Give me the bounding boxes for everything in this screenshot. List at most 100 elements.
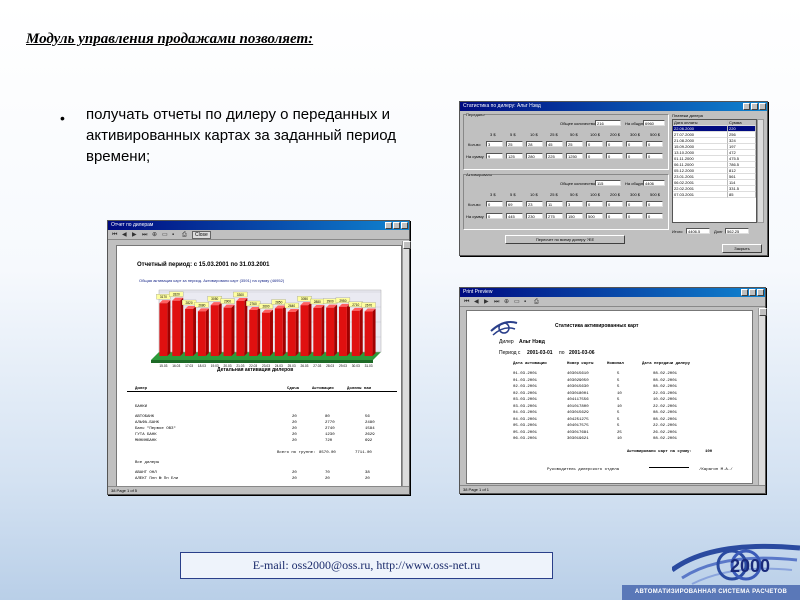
- activation-denomination: 25 $: [550, 192, 558, 197]
- report-scrollbar[interactable]: [402, 241, 411, 486]
- activation-sum-field[interactable]: 0: [646, 213, 663, 219]
- transfer-qty-field[interactable]: 25: [506, 141, 523, 147]
- activation-sum-field[interactable]: 0: [486, 213, 503, 219]
- transfer-sum-field[interactable]: 0: [606, 153, 623, 159]
- period-from: 2001-03-01: [527, 350, 553, 356]
- first-page-icon[interactable]: ⏮: [112, 232, 118, 238]
- report-close-button[interactable]: Close: [192, 230, 211, 239]
- maximize-icon[interactable]: [393, 222, 400, 229]
- page-setup-icon[interactable]: ▭: [162, 232, 168, 238]
- transfer-qty-field[interactable]: 0: [586, 141, 603, 147]
- activation-sum-field[interactable]: 275: [546, 213, 563, 219]
- first-page-icon[interactable]: ⏮: [464, 299, 470, 305]
- activation-qty-field[interactable]: 11: [546, 201, 563, 207]
- activation-qty-field[interactable]: 23: [526, 201, 543, 207]
- activation-qty-field[interactable]: 0: [586, 201, 603, 207]
- activation-qty-field[interactable]: 69: [506, 201, 523, 207]
- transfer-denomination: 5 $: [510, 132, 516, 137]
- refresh-button[interactable]: Пересчет по всему дилеру ?ЕЕ: [505, 235, 625, 244]
- activation-qty-field[interactable]: 0: [486, 201, 503, 207]
- debt-field[interactable]: 562.25: [725, 228, 749, 234]
- prev-page-icon[interactable]: ◀: [122, 232, 128, 238]
- bar-value-label: 3050: [211, 297, 218, 301]
- transfer-date: 26.02.2001: [653, 430, 678, 435]
- activation-sum-field[interactable]: 0: [606, 213, 623, 219]
- maximize-icon[interactable]: [749, 289, 756, 296]
- transfer-sum-field[interactable]: 225: [546, 153, 563, 159]
- activation-sum-field[interactable]: 230: [526, 213, 543, 219]
- save-icon[interactable]: ▪: [524, 299, 530, 305]
- transfer-qty-field[interactable]: 0: [646, 141, 663, 147]
- last-page-icon[interactable]: ⏭: [494, 299, 500, 305]
- transfer-sum-field[interactable]: 0: [586, 153, 603, 159]
- report-window-titlebar[interactable]: Отчет по дилерам: [108, 221, 409, 230]
- payments-table[interactable]: Дата оплаты Сумма 22.06.2000 220 27.07.2000 2…: [672, 119, 757, 223]
- activation-qty-field[interactable]: 3: [566, 201, 583, 207]
- prev-page-icon[interactable]: ◀: [474, 299, 480, 305]
- denomination: 5: [617, 411, 620, 415]
- minimize-icon[interactable]: [385, 222, 392, 229]
- transfer-qty-field[interactable]: 0: [626, 141, 643, 147]
- activation-total-qty-field[interactable]: 115: [595, 180, 621, 186]
- category-label: 31.03: [365, 364, 373, 368]
- activation-qty-field[interactable]: 0: [646, 201, 663, 207]
- activation-qty-field[interactable]: 0: [626, 201, 643, 207]
- bar: [274, 308, 283, 356]
- card-number: 404251275: [567, 417, 589, 422]
- activation-sum-field[interactable]: 0: [626, 213, 643, 219]
- transfer-qty-field[interactable]: 45: [546, 141, 563, 147]
- bar-value-label: 2640: [288, 304, 295, 308]
- card-number: 403029050: [567, 378, 589, 383]
- transfer-qty-field[interactable]: 28: [526, 141, 543, 147]
- zoom-icon[interactable]: ⊕: [504, 299, 510, 305]
- activation-value: 20: [325, 477, 330, 481]
- transfer-sum-field[interactable]: 0: [626, 153, 643, 159]
- card-number: 404017575: [567, 424, 589, 428]
- print-icon[interactable]: ⎙: [182, 232, 188, 238]
- bar-value-label: 2850: [275, 301, 282, 305]
- dealer-name: МИНИНБАНК: [135, 439, 157, 443]
- activation-qty-field[interactable]: 0: [606, 201, 623, 207]
- activation-scrollbar[interactable]: [758, 308, 767, 485]
- transfer-sum-field[interactable]: 9: [486, 153, 503, 159]
- last-page-icon[interactable]: ⏭: [142, 232, 148, 238]
- transfer-qty-field[interactable]: 25: [566, 141, 583, 147]
- col-activation: Активация: [312, 387, 334, 391]
- close-icon[interactable]: [757, 289, 764, 296]
- transfer-denomination: 3 $: [490, 132, 496, 137]
- payments-row[interactable]: 07.03.2001 85: [673, 192, 756, 198]
- page-setup-icon[interactable]: ▭: [514, 299, 520, 305]
- activation-date: 01.03.2001: [513, 372, 538, 376]
- minimize-icon[interactable]: [741, 289, 748, 296]
- activation-total-sum-field[interactable]: 4406: [643, 180, 665, 186]
- payments-scrollbar[interactable]: [757, 119, 764, 223]
- close-icon[interactable]: [759, 103, 766, 110]
- transfer-sum-field[interactable]: 1250: [566, 153, 583, 159]
- total-field[interactable]: 4406.5: [686, 228, 710, 234]
- close-icon[interactable]: [401, 222, 408, 229]
- activation-sum-field[interactable]: 445: [506, 213, 523, 219]
- activation-sum-field[interactable]: 500: [586, 213, 603, 219]
- table-row: 01.03.2001 403029050 5 08.02.2001: [477, 378, 747, 384]
- transfer-sum-field[interactable]: 280: [526, 153, 543, 159]
- bar: [223, 307, 232, 356]
- save-icon[interactable]: ▪: [172, 232, 178, 238]
- transfer-qty-field[interactable]: 0: [606, 141, 623, 147]
- zoom-icon[interactable]: ⊕: [152, 232, 158, 238]
- activation-sum-field[interactable]: 150: [566, 213, 583, 219]
- print-icon[interactable]: ⎙: [534, 299, 540, 305]
- transfer-total-sum-field[interactable]: 6960: [643, 120, 665, 126]
- close-button[interactable]: Закрыть: [722, 244, 762, 253]
- stats-window-titlebar[interactable]: Статистика по дилеру: Альт Нэвд: [460, 102, 767, 111]
- next-page-icon[interactable]: ▶: [484, 299, 490, 305]
- transfer-qty-field[interactable]: 3: [486, 141, 503, 147]
- activation-date: 05.03.2001: [513, 430, 538, 435]
- transfer-sum-field[interactable]: 0: [646, 153, 663, 159]
- minimize-icon[interactable]: [743, 103, 750, 110]
- transfer-sum-field[interactable]: 125: [506, 153, 523, 159]
- next-page-icon[interactable]: ▶: [132, 232, 138, 238]
- contact-box[interactable]: E-mail: oss2000@oss.ru, http://www.oss-n…: [180, 552, 553, 579]
- maximize-icon[interactable]: [751, 103, 758, 110]
- transfer-total-qty-field[interactable]: 216: [595, 120, 621, 126]
- activation-window-titlebar[interactable]: Print Preview: [460, 288, 765, 297]
